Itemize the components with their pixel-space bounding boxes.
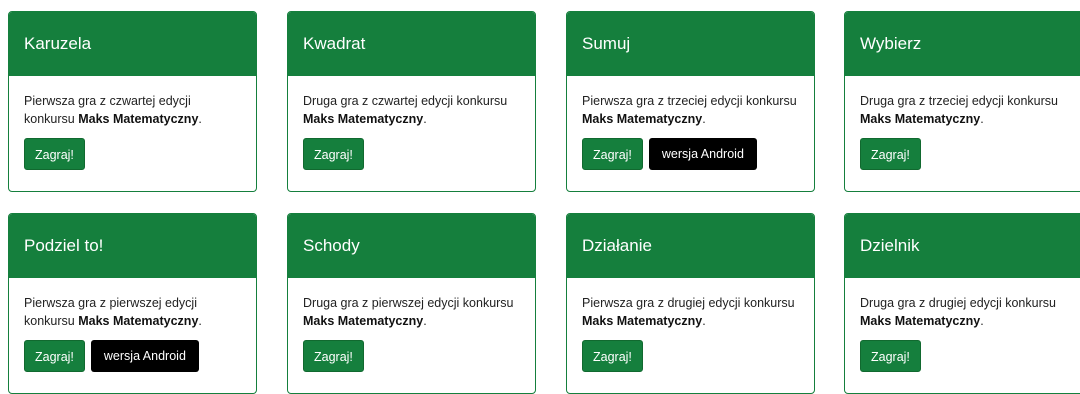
android-version-button[interactable]: wersja Android — [648, 138, 757, 170]
game-description: Druga gra z czwartej edycji konkursu Mak… — [303, 92, 520, 128]
button-group: Zagraj! — [582, 340, 799, 372]
game-card-dzielnik: Dzielnik Druga gra z drugiej edycji konk… — [844, 213, 1080, 394]
description-end: . — [198, 112, 202, 126]
game-card-karuzela: Karuzela Pierwsza gra z czwartej edycji … — [8, 11, 257, 192]
play-button[interactable]: Zagraj! — [24, 138, 85, 170]
game-title: Dzielnik — [845, 214, 1080, 278]
contest-name: Maks Matematyczny — [582, 314, 703, 328]
game-title: Schody — [288, 214, 535, 278]
game-title: Wybierz — [845, 12, 1080, 76]
game-title: Sumuj — [567, 12, 814, 76]
contest-name: Maks Matematyczny — [78, 112, 199, 126]
contest-name: Maks Matematyczny — [860, 314, 981, 328]
contest-name: Maks Matematyczny — [78, 314, 199, 328]
description-text: Druga gra z drugiej edycji konkursu — [860, 296, 1056, 310]
card-body: Pierwsza gra z czwartej edycji konkursu … — [9, 76, 256, 170]
game-description: Druga gra z pierwszej edycji konkursu Ma… — [303, 294, 520, 330]
description-text: Pierwsza gra z trzeciej edycji konkursu — [582, 94, 797, 108]
button-group: Zagraj! — [860, 340, 1080, 372]
play-button[interactable]: Zagraj! — [860, 138, 921, 170]
button-group: Zagraj! wersja Android — [582, 138, 799, 170]
contest-name: Maks Matematyczny — [582, 112, 703, 126]
description-end: . — [423, 314, 427, 328]
game-description: Pierwsza gra z czwartej edycji konkursu … — [24, 92, 241, 128]
play-button[interactable]: Zagraj! — [303, 340, 364, 372]
game-title: Podziel to! — [9, 214, 256, 278]
card-body: Druga gra z trzeciej edycji konkursu Mak… — [845, 76, 1080, 170]
game-description: Pierwsza gra z pierwszej edycji konkursu… — [24, 294, 241, 330]
game-card-wybierz: Wybierz Druga gra z trzeciej edycji konk… — [844, 11, 1080, 192]
card-body: Druga gra z pierwszej edycji konkursu Ma… — [288, 278, 535, 372]
game-description: Pierwsza gra z trzeciej edycji konkursu … — [582, 92, 799, 128]
description-end: . — [980, 314, 984, 328]
game-description: Druga gra z trzeciej edycji konkursu Mak… — [860, 92, 1080, 128]
card-body: Druga gra z czwartej edycji konkursu Mak… — [288, 76, 535, 170]
button-group: Zagraj! wersja Android — [24, 340, 241, 372]
game-card-dzialanie: Działanie Pierwsza gra z drugiej edycji … — [566, 213, 815, 394]
card-body: Pierwsza gra z pierwszej edycji konkursu… — [9, 278, 256, 372]
button-group: Zagraj! — [24, 138, 241, 170]
game-card-sumuj: Sumuj Pierwsza gra z trzeciej edycji kon… — [566, 11, 815, 192]
description-text: Druga gra z pierwszej edycji konkursu — [303, 296, 514, 310]
description-text: Druga gra z trzeciej edycji konkursu — [860, 94, 1058, 108]
game-title: Kwadrat — [288, 12, 535, 76]
game-card-schody: Schody Druga gra z pierwszej edycji konk… — [287, 213, 536, 394]
card-body: Pierwsza gra z trzeciej edycji konkursu … — [567, 76, 814, 170]
description-end: . — [702, 314, 706, 328]
game-title: Działanie — [567, 214, 814, 278]
description-end: . — [423, 112, 427, 126]
game-description: Druga gra z drugiej edycji konkursu Maks… — [860, 294, 1080, 330]
description-text: Druga gra z czwartej edycji konkursu — [303, 94, 508, 108]
contest-name: Maks Matematyczny — [860, 112, 981, 126]
game-card-kwadrat: Kwadrat Druga gra z czwartej edycji konk… — [287, 11, 536, 192]
play-button[interactable]: Zagraj! — [24, 340, 85, 372]
game-card-podziel-to: Podziel to! Pierwsza gra z pierwszej edy… — [8, 213, 257, 394]
play-button[interactable]: Zagraj! — [303, 138, 364, 170]
button-group: Zagraj! — [303, 340, 520, 372]
android-version-button[interactable]: wersja Android — [90, 340, 199, 372]
description-text: Pierwsza gra z drugiej edycji konkursu — [582, 296, 795, 310]
button-group: Zagraj! — [303, 138, 520, 170]
button-group: Zagraj! — [860, 138, 1080, 170]
card-body: Pierwsza gra z drugiej edycji konkursu M… — [567, 278, 814, 372]
play-button[interactable]: Zagraj! — [582, 138, 643, 170]
description-end: . — [702, 112, 706, 126]
game-title: Karuzela — [9, 12, 256, 76]
play-button[interactable]: Zagraj! — [582, 340, 643, 372]
description-end: . — [198, 314, 202, 328]
game-description: Pierwsza gra z drugiej edycji konkursu M… — [582, 294, 799, 330]
description-end: . — [980, 112, 984, 126]
games-grid: Karuzela Pierwsza gra z czwartej edycji … — [0, 0, 1080, 394]
contest-name: Maks Matematyczny — [303, 314, 424, 328]
card-body: Druga gra z drugiej edycji konkursu Maks… — [845, 278, 1080, 372]
play-button[interactable]: Zagraj! — [860, 340, 921, 372]
contest-name: Maks Matematyczny — [303, 112, 424, 126]
